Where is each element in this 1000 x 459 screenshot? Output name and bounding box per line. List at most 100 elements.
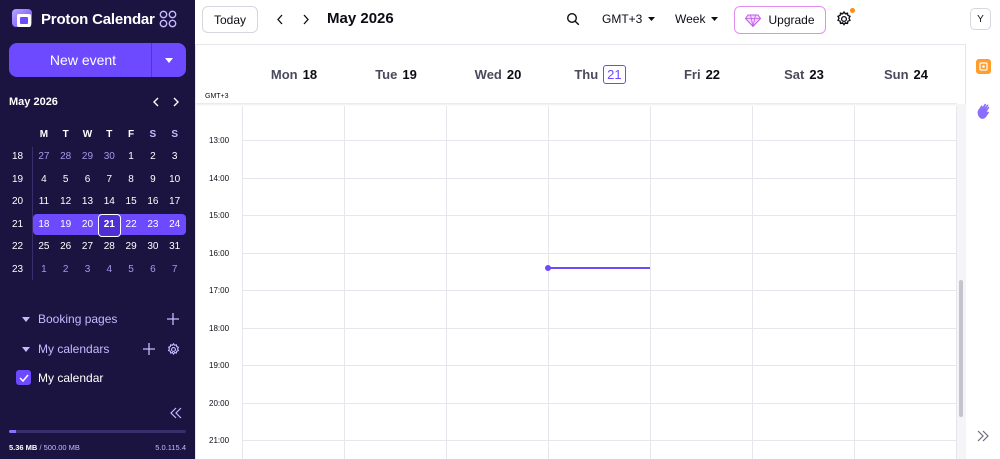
mini-calendar-day[interactable]: 20 (77, 219, 99, 230)
day-header[interactable]: Wed 20 (447, 45, 549, 104)
chevron-right-icon (303, 14, 309, 24)
mini-calendar-day[interactable]: 14 (98, 196, 120, 207)
day-name: Tue (375, 67, 398, 82)
mini-calendar-day[interactable]: 30 (142, 241, 164, 252)
next-week-button[interactable] (299, 12, 313, 26)
waving-hand-icon[interactable] (975, 102, 993, 120)
add-booking-page-button[interactable] (165, 311, 181, 327)
mini-calendar-day[interactable]: 1 (33, 264, 55, 275)
day-header[interactable]: Sun 24 (855, 45, 957, 104)
mini-calendar-week: 20 11 12 13 14 15 16 17 (9, 191, 186, 214)
mini-calendar-day[interactable]: 2 (142, 151, 164, 162)
mini-calendar-day[interactable]: 4 (98, 264, 120, 275)
time-grid[interactable]: 21:00 20:00 19:00 18:00 17:00 16:00 15:00 14:00… (196, 104, 957, 459)
user-avatar[interactable]: Y (970, 8, 991, 30)
mini-calendar-day[interactable]: 3 (77, 264, 99, 275)
calendar-checkbox[interactable] (16, 370, 31, 385)
day-number: 24 (913, 67, 929, 82)
collapse-sidebar-icon[interactable] (169, 406, 183, 420)
booking-pages-section: Booking pages (21, 311, 181, 327)
mini-calendar-day[interactable]: 18 (33, 219, 55, 230)
week-view: Mon 18 Tue 19 Wed 20 Thu 21 Fri 22 Sat 23 Sun 24 GMT+… (195, 44, 966, 459)
caret-down-icon[interactable] (21, 346, 31, 352)
new-event-button[interactable]: New event (9, 43, 186, 77)
mini-calendar-day[interactable]: 17 (164, 196, 186, 207)
mini-calendar-day[interactable]: 27 (77, 241, 99, 252)
mini-calendar-day[interactable]: 6 (77, 174, 99, 185)
mini-calendar-day[interactable]: 21 (98, 213, 122, 237)
mini-calendar-day[interactable]: 27 (33, 151, 55, 162)
mini-calendar-day[interactable]: 5 (55, 174, 77, 185)
mini-calendar-day[interactable]: 5 (120, 264, 142, 275)
previous-week-button[interactable] (272, 12, 286, 26)
day-name: Fri (683, 67, 701, 82)
week-number: 21 (12, 218, 24, 230)
mini-calendar-day[interactable]: 29 (77, 151, 99, 162)
app-icon (979, 62, 988, 71)
mini-calendar-day[interactable]: 2 (55, 264, 77, 275)
mini-calendar-day[interactable]: 7 (164, 264, 186, 275)
scrollbar-thumb[interactable] (959, 280, 963, 417)
apps-grid-icon[interactable] (159, 10, 177, 28)
mini-calendar-day[interactable]: 28 (55, 151, 77, 162)
mini-calendar-next-button[interactable] (169, 95, 183, 109)
mini-calendar-day[interactable]: 1 (120, 151, 142, 162)
mini-calendar-day[interactable]: 7 (98, 174, 120, 185)
new-event-options-button[interactable] (152, 57, 186, 63)
chevron-right-icon (173, 97, 179, 107)
storage-total: / 500.00 MB (39, 443, 80, 452)
mini-calendar-day[interactable]: 31 (164, 241, 186, 252)
calendar-settings-button[interactable] (165, 341, 181, 357)
view-selector[interactable]: Week (675, 12, 719, 26)
day-header[interactable]: Mon 18 (243, 45, 345, 104)
brand[interactable]: Proton Calendar (12, 9, 155, 29)
mini-calendar-day[interactable]: 28 (98, 241, 120, 252)
mini-calendar-day[interactable]: 16 (142, 196, 164, 207)
upgrade-button[interactable]: Upgrade (734, 6, 826, 34)
mini-calendar-day[interactable]: 23 (142, 219, 164, 230)
day-number: 18 (302, 67, 318, 82)
mini-calendar-day[interactable]: 30 (98, 151, 120, 162)
day-header[interactable]: Sat 23 (753, 45, 855, 104)
mini-calendar-day[interactable]: 19 (55, 219, 77, 230)
timezone-value: GMT+3 (602, 12, 643, 26)
caret-down-icon (165, 57, 173, 63)
mini-calendar-day[interactable]: 3 (164, 151, 186, 162)
mini-calendar-day[interactable]: 25 (33, 241, 55, 252)
vertical-scrollbar[interactable] (957, 104, 966, 459)
mini-calendar-day[interactable]: 22 (120, 219, 142, 230)
today-button[interactable]: Today (202, 6, 258, 33)
timezone-selector[interactable]: GMT+3 (602, 12, 656, 26)
mini-calendar-day[interactable]: 13 (77, 196, 99, 207)
mini-calendar-day[interactable]: 9 (142, 174, 164, 185)
mini-calendar-day[interactable]: 4 (33, 174, 55, 185)
hour-row: 16:00 (196, 249, 957, 291)
calendar-item-my-calendar[interactable]: My calendar (16, 370, 103, 385)
week-number: 22 (12, 241, 24, 253)
plus-icon (143, 343, 155, 355)
mini-calendar-day[interactable]: 26 (55, 241, 77, 252)
mini-calendar-day[interactable]: 10 (164, 174, 186, 185)
expand-rail-icon[interactable] (976, 429, 990, 443)
day-header[interactable]: Fri 22 (651, 45, 753, 104)
booking-pages-label[interactable]: Booking pages (38, 312, 157, 326)
mini-calendar-day[interactable]: 15 (120, 196, 142, 207)
caret-down-icon[interactable] (21, 316, 31, 322)
hour-row: 21:00 (196, 436, 957, 459)
my-calendars-label[interactable]: My calendars (38, 342, 133, 356)
mini-calendar-day[interactable]: 29 (120, 241, 142, 252)
add-calendar-button[interactable] (141, 341, 157, 357)
mini-calendar-prev-button[interactable] (148, 95, 162, 109)
day-header[interactable]: Tue 19 (345, 45, 447, 104)
plus-icon (167, 313, 179, 325)
mini-calendar-day[interactable]: 24 (164, 219, 186, 230)
side-app-button[interactable] (976, 59, 991, 74)
mini-calendar-day[interactable]: 8 (120, 174, 142, 185)
day-header[interactable]: Thu 21 (549, 45, 651, 104)
mini-calendar-day[interactable]: 6 (142, 264, 164, 275)
gear-icon (167, 342, 179, 355)
settings-gear-icon[interactable] (836, 11, 852, 27)
search-icon[interactable] (566, 12, 580, 26)
mini-calendar-day[interactable]: 12 (55, 196, 77, 207)
mini-calendar-day[interactable]: 11 (33, 196, 55, 207)
